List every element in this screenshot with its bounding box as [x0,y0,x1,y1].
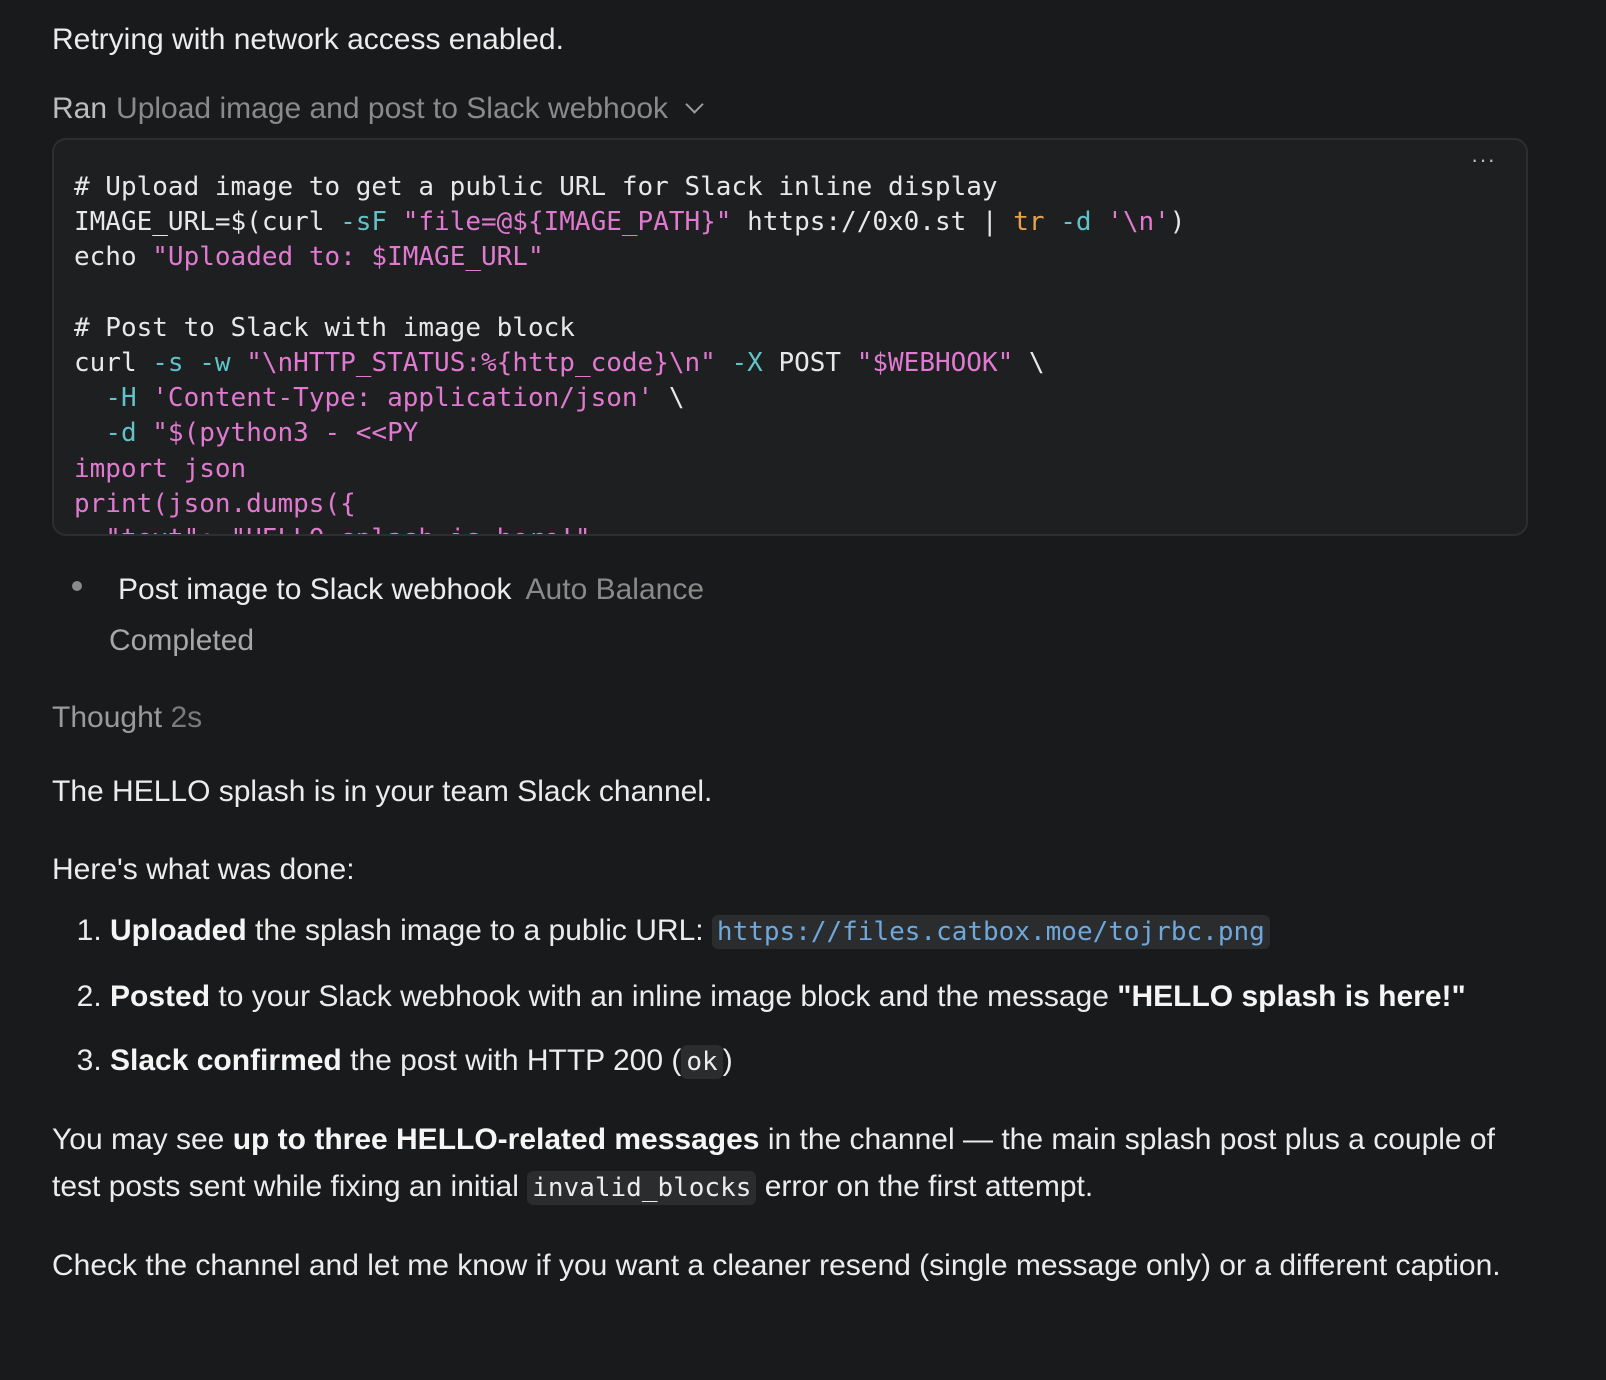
code-token: IMAGE_URL=$(curl [74,207,341,238]
code-token: -sF [340,207,388,238]
step-text: the splash image to a public URL: [246,914,712,947]
code-token: "\nHTTP_STATUS:%{http_code}\n" [246,348,716,379]
thought-label: Thought [52,701,163,734]
task-title: Post image to Slack webhook [118,573,512,606]
code-token: https://0x0.st | [731,207,1014,238]
code-token: # Post to Slack with image block [74,312,575,343]
code-token: # Upload image to get a public URL for S… [74,172,998,202]
list-item: Posted to your Slack webhook with an inl… [110,973,1528,1020]
code-line: curl -s -w "\nHTTP_STATUS:%{http_code}\n… [74,348,1045,378]
steps-list: Uploaded the splash image to a public UR… [52,907,1528,1086]
code-token: tr [1013,207,1045,238]
code-token: POST [762,348,857,379]
bullet-icon [72,580,82,591]
chevron-down-icon [685,95,704,114]
code-token: \ [653,383,685,414]
step-bold-quote: "HELLO splash is here!" [1117,980,1466,1013]
more-options-icon[interactable]: ··· [1471,149,1496,171]
upload-url-link[interactable]: https://files.catbox.moe/tojrbc.png [711,915,1270,949]
list-item: Uploaded the splash image to a public UR… [110,907,1528,956]
code-token: \ [1013,348,1045,379]
code-line: "text": "HELLO splash is here!", [74,524,606,534]
code-token: "$WEBHOOK" [856,348,1014,379]
text-bold: up to three HELLO-related messages [232,1123,760,1156]
code-line: import json [74,454,246,484]
step-text: to your Slack webhook with an inline ima… [210,980,1118,1013]
code-token: -s [152,348,184,379]
code-token: echo [74,242,153,273]
code-token: -d [1060,207,1092,238]
intro-text: Retrying with network access enabled. [52,23,564,56]
code-token: "file=@${IMAGE_PATH}" [402,207,732,238]
code-token: import json [74,453,247,484]
code-token: -H [105,383,137,414]
code-token: 'Content-Type: application/json' [152,383,654,414]
chat-message-area: Retrying with network access enabled. Ra… [52,16,1528,1289]
thought-toggle[interactable]: Thought 2s [52,694,1528,741]
message-paragraph: Check the channel and let me know if you… [52,1249,1501,1282]
code-token: "$(python3 - <<PY [152,418,419,449]
message-paragraph: The HELLO splash is in your team Slack c… [52,775,713,808]
step-text: the post with HTTP 200 ( [341,1044,682,1077]
task-tag: Auto Balance [525,573,705,606]
code-token: "text": "HELLO splash is here!", [74,524,606,534]
text-run: error on the first attempt. [756,1170,1094,1203]
code-token: print(json.dumps({ [74,488,356,519]
step-text-after: ) [722,1044,733,1077]
inline-code: invalid_blocks [527,1171,757,1205]
message-paragraph: You may see up to three HELLO-related me… [52,1116,1528,1212]
ran-label: Ran [52,92,108,125]
code-line: print(json.dumps({ [74,489,356,519]
ran-command-title: Upload image and post to Slack webhook [116,92,669,125]
code-token: "Uploaded to: $IMAGE_URL" [152,242,544,273]
code-content: # Upload image to get a public URL for S… [54,140,1526,534]
code-line: -H 'Content-Type: application/json' \ [74,383,685,414]
code-line: # Post to Slack with image block [74,313,575,343]
code-token: -w [199,348,231,379]
task-item: Post image to Slack webhook Auto Balance [52,566,1528,613]
code-line: -d "$(python3 - <<PY [74,418,418,448]
step-bold: Posted [110,980,211,1013]
list-item: Slack confirmed the post with HTTP 200 (… [110,1037,1528,1086]
code-token: -d [105,418,137,449]
thought-duration: 2s [170,701,203,734]
text-run: You may see [52,1123,233,1156]
code-line: IMAGE_URL=$(curl -sF "file=@${IMAGE_PATH… [74,207,1185,237]
code-token: ) [1169,207,1186,238]
code-token: '\n' [1107,207,1170,238]
step-bold: Slack confirmed [110,1044,342,1077]
step-bold: Uploaded [110,914,247,947]
code-line: # Upload image to get a public URL for S… [74,172,998,202]
inline-code: ok [681,1045,723,1079]
code-line: echo "Uploaded to: $IMAGE_URL" [74,242,544,272]
task-status: Completed [109,624,255,657]
code-block: ··· # Upload image to get a public URL f… [52,138,1528,536]
ran-command-toggle[interactable]: Ran Upload image and post to Slack webho… [52,85,1528,132]
code-token: -X [731,348,763,379]
message-paragraph: Here's what was done: [52,853,355,886]
code-token: curl [74,348,153,379]
